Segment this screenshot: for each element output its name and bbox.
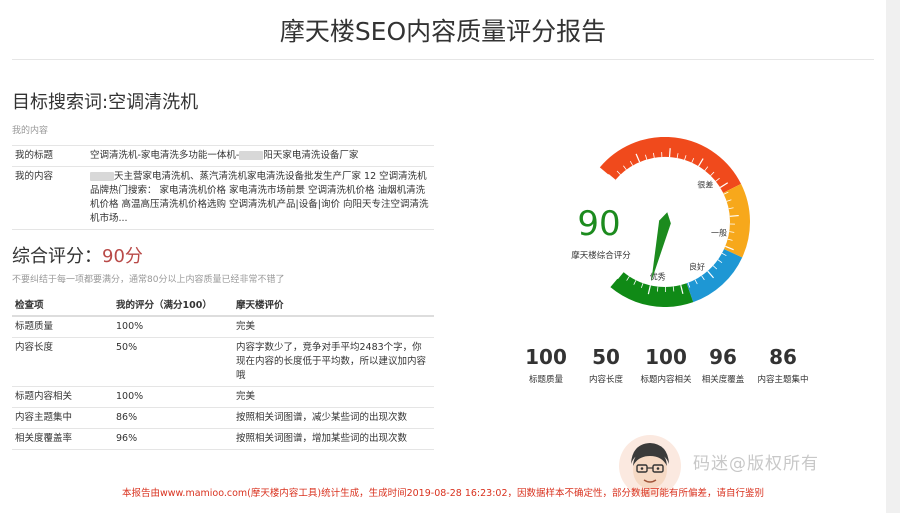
row-item: 标题质量 — [12, 316, 113, 338]
row-comment: 按照相关词图谱，增加某些词的出现次数 — [233, 428, 434, 450]
gauge-svg: 很差 一般 良好 优秀 90 摩天楼综合评分 — [571, 136, 750, 307]
row-score: 100% — [113, 316, 233, 338]
overall-score-value: 90分 — [102, 246, 143, 267]
my-title-row: 我的标题 空调清洗机-家电清洗多功能一体机- 阳天家电清洗设备厂家 — [12, 145, 434, 167]
my-title-label: 我的标题 — [12, 145, 87, 167]
table-row: 内容主题集中 86% 按照相关词图谱，减少某些词的出现次数 — [12, 407, 434, 429]
my-body-text-end: 天主营家电清洗机、蒸汽清洗机家电清洗设备批发生产厂家 12 空调清洗机品牌热门搜… — [90, 171, 429, 224]
row-comment: 完美 — [233, 316, 434, 338]
my-title-text-end: 阳天家电清洗设备厂家 — [263, 150, 359, 161]
metric-topic-focus: 86 内容主题集中 — [754, 345, 812, 385]
gauge-needle — [651, 212, 671, 282]
gauge-label-very-bad: 很差 — [697, 180, 713, 190]
metric-value: 100 — [525, 345, 567, 369]
row-score: 86% — [113, 407, 233, 429]
target-keyword: 目标搜索词:空调清洗机 — [12, 92, 199, 113]
gauge-tick — [668, 148, 671, 158]
score-table-header: 检查项 我的评分（满分100） 摩天楼评价 — [12, 293, 434, 317]
gauge-label-average: 一般 — [711, 228, 727, 238]
metric-label: 内容主题集中 — [757, 375, 809, 385]
row-item: 内容主题集中 — [12, 407, 113, 429]
metric-value: 50 — [592, 345, 620, 369]
page-title: 摩天楼SEO内容质量评分报告 — [279, 17, 607, 46]
my-body-row: 我的内容 天主营家电清洗机、蒸汽清洗机家电清洗设备批发生产厂家 12 空调清洗机… — [12, 166, 434, 230]
report-footer-disclaimer: 本报告由www.mamioo.com(摩天楼内容工具)统计生成，生成时间2019… — [121, 488, 764, 499]
row-item: 标题内容相关 — [12, 386, 113, 408]
my-title-text-start: 空调清洗机-家电清洗多功能一体机- — [90, 150, 240, 161]
header-evaluation: 摩天楼评价 — [233, 293, 434, 317]
title-divider — [12, 59, 874, 60]
header-my-score: 我的评分（满分100） — [113, 293, 233, 317]
report-left-panel: 目标搜索词:空调清洗机 我的内容 我的标题 空调清洗机-家电清洗多功能一体机- 阳… — [12, 88, 434, 450]
metric-title-content-relevance: 100 标题内容相关 — [636, 345, 696, 385]
metric-label: 标题质量 — [528, 375, 563, 385]
brand-watermark: 码迷@版权所有 — [693, 454, 819, 474]
table-row: 标题质量 100% 完美 — [12, 316, 434, 338]
metric-value: 86 — [769, 345, 797, 369]
my-body-label: 我的内容 — [12, 166, 87, 230]
overall-score-label: 综合评分： — [12, 246, 102, 267]
table-row: 内容长度 50% 内容字数少了，竞争对手平均2483个字，你现在内容的长度低于平… — [12, 337, 434, 387]
my-title-value: 空调清洗机-家电清洗多功能一体机- 阳天家电清洗设备厂家 — [87, 145, 434, 167]
gauge-label-good: 良好 — [689, 262, 705, 272]
gauge-tick — [656, 286, 659, 292]
metric-value: 100 — [645, 345, 687, 369]
row-comment: 完美 — [233, 386, 434, 408]
row-score: 100% — [113, 386, 233, 408]
metric-summary: 100 标题质量 50 内容长度 100 标题内容相关 96 相关度覆盖 86 … — [518, 345, 818, 390]
metric-label: 标题内容相关 — [640, 375, 692, 385]
my-body-value: 天主营家电清洗机、蒸汽清洗机家电清洗设备批发生产厂家 12 空调清洗机品牌热门搜… — [87, 166, 434, 230]
gauge-tick — [729, 214, 739, 217]
metric-content-length: 50 内容长度 — [578, 345, 634, 385]
metric-relevance-coverage: 96 相关度覆盖 — [698, 345, 748, 385]
header-check-item: 检查项 — [12, 293, 113, 317]
blurred-brand-mark — [239, 151, 264, 160]
score-gauge: 很差 一般 良好 优秀 90 摩天楼综合评分 — [545, 136, 785, 307]
target-keyword-value: 空调清洗机 — [108, 92, 199, 113]
page-scrollbar[interactable] — [886, 0, 900, 513]
gauge-segment-excellent — [610, 271, 694, 307]
row-item: 相关度覆盖率 — [12, 428, 113, 450]
gauge-segment-average — [722, 183, 750, 258]
gauge-segment-good — [686, 248, 743, 303]
metric-value: 96 — [709, 345, 737, 369]
target-keyword-label: 目标搜索词 — [12, 92, 102, 113]
row-score: 96% — [113, 428, 233, 450]
score-table: 检查项 我的评分（满分100） 摩天楼评价 标题质量 100% 完美 内容长度 … — [12, 293, 434, 450]
table-row: 相关度覆盖率 96% 按照相关词图谱，增加某些词的出现次数 — [12, 428, 434, 450]
row-comment: 内容字数少了，竞争对手平均2483个字，你现在内容的长度低于平均数，所以建议加内… — [233, 337, 434, 387]
overall-score: 综合评分：90分 — [12, 242, 434, 268]
row-score: 50% — [113, 337, 233, 387]
my-content-note: 我的内容 — [12, 126, 49, 136]
metric-label: 相关度覆盖 — [701, 375, 745, 385]
report-page: 摩天楼SEO内容质量评分报告 目标搜索词:空调清洗机 我的内容 我的标题 空调清… — [0, 0, 886, 513]
metric-title-quality: 100 标题质量 — [518, 345, 574, 385]
table-row: 标题内容相关 100% 完美 — [12, 386, 434, 408]
row-item: 内容长度 — [12, 337, 113, 387]
overall-score-note: 不要纠结于每一项都要满分，通常80分以上内容质量已经非常不错了 — [12, 275, 285, 285]
gauge-caption: 摩天楼综合评分 — [571, 250, 631, 261]
my-content-table: 我的标题 空调清洗机-家电清洗多功能一体机- 阳天家电清洗设备厂家 我的内容 天主… — [12, 145, 434, 230]
row-comment: 按照相关词图谱，减少某些词的出现次数 — [233, 407, 434, 429]
gauge-value: 90 — [577, 204, 620, 244]
blurred-brand-mark — [90, 172, 114, 181]
metric-label: 内容长度 — [588, 375, 623, 385]
